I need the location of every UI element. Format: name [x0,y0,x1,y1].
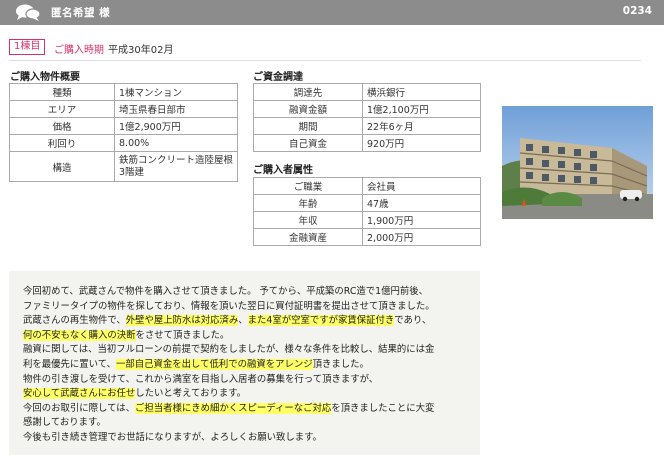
buyer-label: 年収 [253,211,363,229]
buyer-value: 2,000万円 [362,228,481,246]
table-row: 年齢 47歳 [253,194,481,212]
highlighted-text: 何の不安もなく購入の決断 [23,329,136,341]
property-photo [502,106,653,219]
funding-label: 期間 [253,117,363,135]
comment-line: 今回のお取引に際しては、ご担当者様にきめ細かくスピーディーなご対応を頂きましたこ… [23,402,474,417]
chat-bubbles-icon [16,4,41,21]
table-row: ご職業 会社員 [253,177,481,195]
table-row: 利回り 8.00% [9,134,238,152]
comment-text: 今回のお取引に際しては、 [23,402,136,414]
comment-text: 物件の引き渡しを受けて、これから満室を目指し入居者の募集を行って頂きますが、 [23,373,379,385]
funding-value: 1億2,100万円 [362,100,481,118]
header-bar: 匿名希望 様 0234 [0,0,664,25]
buyer-label: 年齢 [253,194,363,212]
comment-line: 物件の引き渡しを受けて、これから満室を目指し入居者の募集を行って頂きますが、 [23,373,474,388]
comment-text: をさせて頂きました。 [135,329,230,341]
buyer-label: ご職業 [253,177,363,195]
table-row: 自己資金 920万円 [253,134,481,152]
comment-text: 融資に関しては、当初フルローンの前提で契約をしましたが、様々な条件を比較し、結果… [23,344,435,356]
comment-line: 安心して武蔵さんにお任せしたいと考えております。 [23,387,474,402]
building-count-badge: 1棟目 [9,39,46,55]
property-section-title: ご購入物件概要 [10,72,80,83]
property-label: 構造 [9,151,115,182]
funding-label: 融資金額 [253,100,363,118]
comment-text: 、 [238,315,248,327]
comment-line: ファミリータイプの物件を探しており、情報を頂いた翌日に買付証明書を提出させて頂き… [23,300,474,315]
comment-line: 今後も引き続き管理でお世話になりますが、よろしくお願い致します。 [23,431,474,446]
funding-label: 自己資金 [253,134,363,152]
property-value: 鉄筋コンクリート造陸屋根3階建 [114,151,238,182]
highlighted-text: また4室が空室ですが家賃保証付き [247,315,395,327]
comment-line: 感謝しております。 [23,416,474,431]
comment-text: 今後も引き続き管理でお世話になりますが、よろしくお願い致します。 [23,431,322,443]
comment-line: 融資に関しては、当初フルローンの前提で契約をしましたが、様々な条件を比較し、結果… [23,343,474,358]
comment-text: ファミリータイプの物件を探しており、情報を頂いた翌日に買付証明書を提出させて頂き… [23,300,435,312]
funding-table: 調達先 横浜銀行 融資金額 1億2,100万円 期間 22年6ヶ月 自己資金 920万円 [253,83,481,152]
purchase-date-value: 平成30年02月 [108,45,174,56]
purchase-date-label: ご購入時期 [54,45,104,56]
table-row: 融資金額 1億2,100万円 [253,100,481,118]
case-number: 0234 [622,5,652,17]
purchase-info-row: 1棟目 ご購入時期 平成30年02月 [9,39,641,61]
property-value: 埼玉県春日部市 [114,100,238,118]
comment-text: 今回初めて、武蔵さんで物件を購入させて頂きました。 予てから、平成築のRC造で1… [23,286,428,297]
comment-text: 頂きました。 [312,358,369,370]
customer-comment: 今回初めて、武蔵さんで物件を購入させて頂きました。 予てから、平成築のRC造で1… [9,271,480,455]
funding-section-title: ご資金調達 [253,72,303,83]
highlighted-text: 外壁や屋上防水は対応済み [125,315,239,327]
property-label: エリア [9,100,115,118]
property-label: 価格 [9,117,115,135]
comment-line: 利を最優先に置いて、一部自己資金を出して低利での融資をアレンジ頂きました。 [23,358,474,373]
funding-label: 調達先 [253,83,363,101]
comment-text: 感謝しております。 [23,417,106,429]
comment-line: 武蔵さんの再生物件で、外壁や屋上防水は対応済み、また4室が空室ですが家賃保証付き… [23,314,474,329]
table-row: 金融資産 2,000万円 [253,228,481,246]
funding-value: 22年6ヶ月 [362,117,481,135]
property-value: 1棟マンション [114,83,238,101]
property-table: 種類 1棟マンション エリア 埼玉県春日部市 価格 1億2,900万円 利回り 8.00… [9,83,238,182]
table-row: 価格 1億2,900万円 [9,117,238,135]
buyer-value: 会社員 [362,177,481,195]
buyer-value: 47歳 [362,194,481,212]
comment-text: 武蔵さんの再生物件で、 [23,315,126,327]
table-row: 年収 1,900万円 [253,211,481,229]
buyer-section-title: ご購入者属性 [253,165,313,176]
property-label: 種類 [9,83,115,101]
table-row: 期間 22年6ヶ月 [253,117,481,135]
property-value: 1億2,900万円 [114,117,238,135]
table-row: 構造 鉄筋コンクリート造陸屋根3階建 [9,151,238,182]
table-row: 調達先 横浜銀行 [253,83,481,101]
highlighted-text: ご担当者様にきめ細かくスピーディーなご対応 [135,402,332,414]
table-row: エリア 埼玉県春日部市 [9,100,238,118]
property-label: 利回り [9,134,115,152]
highlighted-text: 安心して武蔵さんにお任せ [23,388,136,400]
comment-text: 利を最優先に置いて、 [23,358,116,370]
comment-text: を頂きましたことに大変 [331,402,435,414]
comment-text: したいと考えております。 [135,388,247,400]
comment-line: 何の不安もなく購入の決断をさせて頂きました。 [23,329,474,344]
funding-value: 横浜銀行 [362,83,481,101]
funding-value: 920万円 [362,134,481,152]
buyer-label: 金融資産 [253,228,363,246]
comment-text: であり、 [394,315,432,327]
buyer-table: ご職業 会社員 年齢 47歳 年収 1,900万円 金融資産 2,000万円 [253,177,481,246]
buyer-value: 1,900万円 [362,211,481,229]
comment-line: 今回初めて、武蔵さんで物件を購入させて頂きました。 予てから、平成築のRC造で1… [23,285,474,300]
table-row: 種類 1棟マンション [9,83,238,101]
property-value: 8.00% [114,134,238,152]
highlighted-text: 一部自己資金を出して低利での融資をアレンジ [116,358,313,370]
customer-name: 匿名希望 様 [51,7,111,19]
